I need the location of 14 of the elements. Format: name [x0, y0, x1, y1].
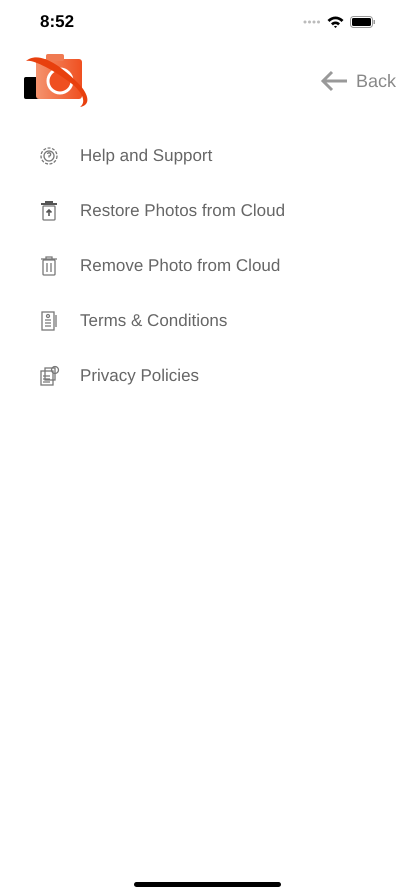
battery-icon [350, 16, 376, 28]
menu-item[interactable]: Privacy Policies [0, 348, 414, 403]
back-arrow-icon [320, 70, 348, 92]
documents-icon [38, 364, 60, 386]
wifi-icon [327, 16, 344, 28]
status-time: 8:52 [40, 12, 74, 32]
back-button[interactable]: Back [320, 70, 396, 92]
signal-icon [303, 20, 321, 24]
trash-icon [38, 254, 60, 276]
menu-item[interactable]: Terms & Conditions [0, 293, 414, 348]
menu-item[interactable]: Remove Photo from Cloud [0, 238, 414, 293]
menu-item[interactable]: Restore Photos from Cloud [0, 183, 414, 238]
menu-item[interactable]: Help and Support [0, 128, 414, 183]
trash-upload-icon [38, 200, 60, 222]
